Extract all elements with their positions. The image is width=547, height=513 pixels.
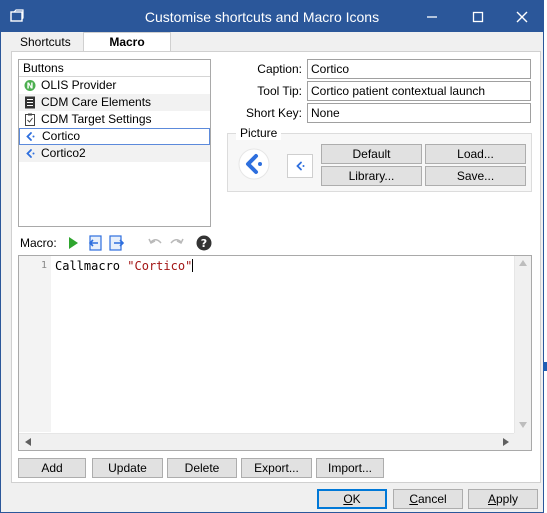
run-icon[interactable] <box>64 234 82 252</box>
title-bar: Customise shortcuts and Macro Icons <box>1 1 543 32</box>
code-string: "Cortico" <box>127 259 193 273</box>
default-button[interactable]: Default <box>321 144 422 164</box>
ok-label-rest: K <box>352 492 361 506</box>
icon-preview <box>287 154 313 178</box>
picture-legend: Picture <box>236 126 282 140</box>
cancel-button[interactable]: Cancel <box>393 489 463 509</box>
macro-toolbar: Macro: ? <box>18 233 534 253</box>
close-button[interactable] <box>499 1 545 32</box>
add-button[interactable]: Add <box>18 458 86 478</box>
customise-dialog: Customise shortcuts and Macro Icons Shor… <box>0 0 544 513</box>
line-gutter: 1 <box>19 256 51 432</box>
picture-group: Picture Default Load... Library... Save.… <box>227 126 532 192</box>
list-item-olis-provider[interactable]: N OLIS Provider <box>19 77 210 94</box>
redo-icon[interactable] <box>168 234 186 252</box>
shortkey-label: Short Key: <box>245 106 302 120</box>
list-item-cortico[interactable]: Cortico <box>19 128 210 145</box>
code-keyword: Callmacro <box>55 259 121 273</box>
tab-macro-icons[interactable]: Macro Icons <box>83 32 171 67</box>
olis-icon: N <box>24 80 36 91</box>
shortkey-field[interactable]: None <box>307 103 531 123</box>
list-item-label: Cortico <box>42 129 81 143</box>
horizontal-scrollbar[interactable] <box>19 433 515 450</box>
apply-label-rest: pply <box>496 492 519 506</box>
caption-field[interactable]: Cortico <box>307 59 531 79</box>
cancel-label-rest: ancel <box>417 492 447 506</box>
cortico-icon <box>296 161 305 171</box>
maximize-icon <box>472 11 484 22</box>
macro-editor[interactable]: 1 Callmacro "Cortico" <box>18 255 532 451</box>
tooltip-label: Tool Tip: <box>257 84 302 98</box>
scroll-down-icon[interactable] <box>519 422 527 428</box>
scroll-corner <box>514 433 531 450</box>
list-item-cdm-target-settings[interactable]: CDM Target Settings <box>19 111 210 128</box>
clipboard-icon <box>25 113 35 126</box>
apply-button[interactable]: Apply <box>468 489 538 509</box>
tab-shortcuts[interactable]: Shortcuts <box>11 32 84 52</box>
list-item-label: CDM Care Elements <box>41 95 152 109</box>
ok-mnemonic: O <box>343 492 353 506</box>
list-item-label: Cortico2 <box>41 146 86 160</box>
buttons-list-header: Buttons <box>19 60 210 77</box>
macro-icons-panel: Buttons N OLIS Provider CDM Care Element… <box>11 51 541 483</box>
buttons-list[interactable]: Buttons N OLIS Provider CDM Care Element… <box>18 59 211 227</box>
save-button[interactable]: Save... <box>425 166 526 186</box>
export-button[interactable]: Export... <box>241 458 312 478</box>
help-icon[interactable]: ? <box>195 234 213 252</box>
list-item-label: OLIS Provider <box>41 78 117 92</box>
scroll-up-icon[interactable] <box>519 260 527 266</box>
scroll-left-icon[interactable] <box>25 438 31 446</box>
list-item-cdm-care-elements[interactable]: CDM Care Elements <box>19 94 210 111</box>
maximize-button[interactable] <box>455 1 501 32</box>
load-button[interactable]: Load... <box>425 144 526 164</box>
library-button[interactable]: Library... <box>321 166 422 186</box>
update-button[interactable]: Update <box>92 458 163 478</box>
apply-mnemonic: A <box>487 492 496 506</box>
tooltip-field[interactable]: Cortico patient contextual launch <box>307 81 531 101</box>
document-icon <box>25 96 35 109</box>
ok-button[interactable]: OK <box>317 489 387 509</box>
macro-label: Macro: <box>20 236 57 250</box>
list-item-label: CDM Target Settings <box>41 112 152 126</box>
import-icon[interactable] <box>87 234 105 252</box>
line-number: 1 <box>40 260 47 271</box>
cortico-large-icon <box>238 148 270 180</box>
svg-text:?: ? <box>201 237 207 250</box>
text-caret <box>192 259 194 272</box>
import-button[interactable]: Import... <box>316 458 384 478</box>
undo-icon[interactable] <box>146 234 164 252</box>
delete-button[interactable]: Delete <box>167 458 237 478</box>
macro-code[interactable]: Callmacro "Cortico" <box>55 259 194 273</box>
vertical-scrollbar[interactable] <box>514 256 531 433</box>
cortico-icon <box>26 132 35 141</box>
caption-label: Caption: <box>257 62 302 76</box>
minimize-button[interactable] <box>409 1 455 32</box>
minimize-icon <box>427 15 437 18</box>
cancel-mnemonic: C <box>409 492 418 506</box>
close-icon <box>516 11 528 22</box>
svg-text:N: N <box>27 82 34 91</box>
background-window-edge <box>543 362 547 371</box>
list-item-cortico2[interactable]: Cortico2 <box>19 145 210 162</box>
cortico-icon <box>26 149 35 158</box>
export-icon[interactable] <box>108 234 126 252</box>
scroll-right-icon[interactable] <box>503 438 509 446</box>
